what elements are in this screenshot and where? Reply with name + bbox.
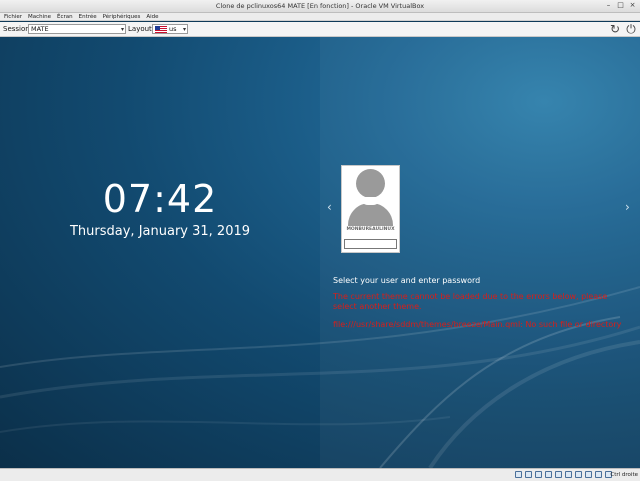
session-label: Session	[3, 25, 30, 33]
file-error: file:///usr/share/sddm/themes/breeze/Mai…	[333, 320, 622, 329]
hard-disk-icon[interactable]	[515, 471, 522, 478]
menu-peripheriques[interactable]: Périphériques	[103, 13, 141, 20]
chevron-down-icon: ▾	[120, 26, 124, 33]
guest-screen	[0, 37, 640, 468]
menu-aide[interactable]: Aide	[146, 13, 158, 20]
cpu-icon[interactable]	[595, 471, 602, 478]
window-title: Clone de pclinuxos64 MATE [En fonction] …	[215, 2, 425, 10]
avatar	[346, 169, 395, 226]
power-icon[interactable]: ⏻	[625, 23, 637, 35]
layout-select[interactable]: us ▾	[152, 24, 188, 34]
shared-folder-icon[interactable]	[565, 471, 572, 478]
close-icon[interactable]: ×	[629, 2, 636, 9]
avatar-head	[356, 169, 385, 198]
avatar-body	[348, 203, 393, 226]
audio-icon[interactable]	[535, 471, 542, 478]
session-value: MATE	[31, 25, 49, 33]
us-flag-icon	[155, 26, 167, 33]
maximize-icon[interactable]: □	[617, 2, 624, 9]
status-bar: Ctrl droite	[0, 468, 640, 481]
minimize-icon[interactable]: –	[605, 2, 612, 9]
menu-machine[interactable]: Machine	[28, 13, 51, 20]
menu-fichier[interactable]: Fichier	[4, 13, 22, 20]
layout-value: us	[169, 25, 177, 33]
login-toolbar: Session MATE ▾ Layout us ▾ ↻ ⏻	[0, 22, 640, 37]
usb-icon[interactable]	[555, 471, 562, 478]
recording-icon[interactable]	[585, 471, 592, 478]
user-card[interactable]: MONBUREAULINUX	[341, 165, 400, 253]
session-select[interactable]: MATE ▾	[28, 24, 126, 34]
menu-entree[interactable]: Entrée	[79, 13, 97, 20]
clock-time: 07:42	[102, 177, 218, 221]
optical-drive-icon[interactable]	[525, 471, 532, 478]
theme-error: The current theme cannot be loaded due t…	[333, 292, 608, 311]
host-key-label: Ctrl droite	[610, 472, 638, 478]
menu-ecran[interactable]: Écran	[57, 13, 73, 20]
password-input[interactable]	[344, 239, 397, 249]
user-name: MONBUREAULINUX	[346, 227, 395, 232]
clock-date: Thursday, January 31, 2019	[69, 224, 251, 239]
network-icon[interactable]	[545, 471, 552, 478]
display-icon[interactable]	[575, 471, 582, 478]
layout-label: Layout	[128, 25, 152, 33]
menu-bar: Fichier Machine Écran Entrée Périphériqu…	[0, 13, 640, 21]
chevron-right-icon[interactable]: ›	[625, 200, 630, 214]
chevron-left-icon[interactable]: ‹	[327, 200, 332, 214]
window-titlebar: Clone de pclinuxos64 MATE [En fonction] …	[0, 0, 640, 13]
chevron-down-icon: ▾	[182, 26, 186, 33]
login-prompt: Select your user and enter password	[333, 276, 481, 285]
window-controls: – □ ×	[605, 2, 636, 9]
status-icons	[515, 471, 612, 478]
restart-icon[interactable]: ↻	[609, 23, 621, 35]
